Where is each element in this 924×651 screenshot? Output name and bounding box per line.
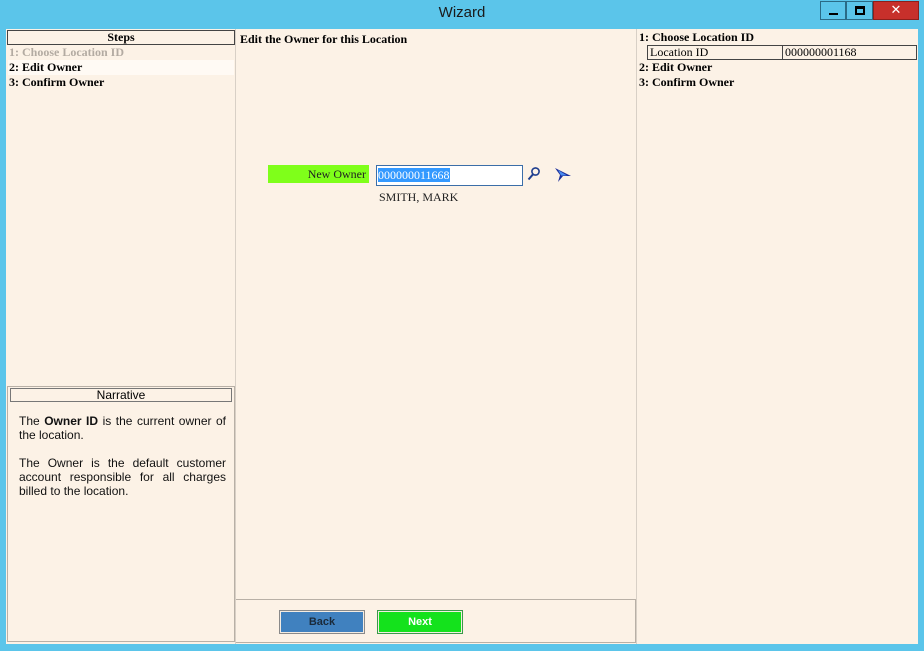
- owner-navigate-button[interactable]: [554, 166, 572, 184]
- owner-name-text: SMITH, MARK: [379, 190, 459, 204]
- close-icon: ✕: [890, 3, 902, 18]
- edit-owner-pane: Edit the Owner for this Location New Own…: [236, 29, 637, 644]
- page-title: Edit the Owner for this Location: [240, 32, 408, 46]
- next-button-label: Next: [379, 612, 461, 632]
- search-icon: [527, 167, 540, 181]
- narrative-panel: Narrative The Owner ID is the current ow…: [7, 386, 235, 642]
- next-button[interactable]: Next: [377, 610, 463, 634]
- narrative-p1-bold: Owner ID: [44, 414, 99, 428]
- summary-pane: 1: Choose Location ID Location ID 000000…: [637, 29, 918, 644]
- steps-pane: Steps 1: Choose Location ID 2: Edit Owne…: [6, 29, 236, 644]
- summary-step-edit-owner: 2: Edit Owner: [639, 60, 713, 74]
- close-button[interactable]: ✕: [873, 1, 919, 20]
- steps-header: Steps: [7, 30, 235, 45]
- summary-step-choose-location: 1: Choose Location ID: [639, 30, 755, 44]
- summary-step-confirm-owner: 3: Confirm Owner: [639, 75, 735, 89]
- wizard-client-area: Steps 1: Choose Location ID 2: Edit Owne…: [6, 29, 918, 644]
- step-item-edit-owner[interactable]: 2: Edit Owner: [8, 60, 234, 75]
- navigation-button-bar: Back Next: [236, 599, 636, 643]
- minimize-button[interactable]: [820, 1, 846, 20]
- step-item-choose-location[interactable]: 1: Choose Location ID: [8, 45, 234, 60]
- minimize-icon: [828, 12, 838, 15]
- title-bar: Wizard ✕: [0, 0, 924, 29]
- new-owner-label: New Owner: [268, 165, 369, 183]
- narrative-text: The Owner ID is the current owner of the…: [19, 414, 226, 512]
- back-button-label: Back: [281, 612, 363, 632]
- maximize-icon: [854, 6, 865, 15]
- new-owner-value: 000000011668: [378, 168, 450, 182]
- location-id-value: 000000001168: [785, 45, 857, 59]
- owner-search-button[interactable]: [527, 166, 541, 182]
- narrative-paragraph-2: The Owner is the default customer accoun…: [19, 456, 226, 498]
- maximize-button[interactable]: [846, 1, 873, 20]
- back-button[interactable]: Back: [279, 610, 365, 634]
- step-item-confirm-owner[interactable]: 3: Confirm Owner: [8, 75, 234, 90]
- new-owner-input[interactable]: 000000011668: [376, 165, 523, 186]
- narrative-header: Narrative: [10, 388, 232, 402]
- narrative-paragraph-1: The Owner ID is the current owner of the…: [19, 414, 226, 442]
- window-title: Wizard: [438, 4, 486, 21]
- navigate-arrow-icon: [555, 168, 571, 182]
- location-id-table: Location ID 000000001168: [647, 45, 917, 60]
- location-id-label: Location ID: [648, 46, 783, 59]
- narrative-p1-prefix: The: [19, 414, 45, 428]
